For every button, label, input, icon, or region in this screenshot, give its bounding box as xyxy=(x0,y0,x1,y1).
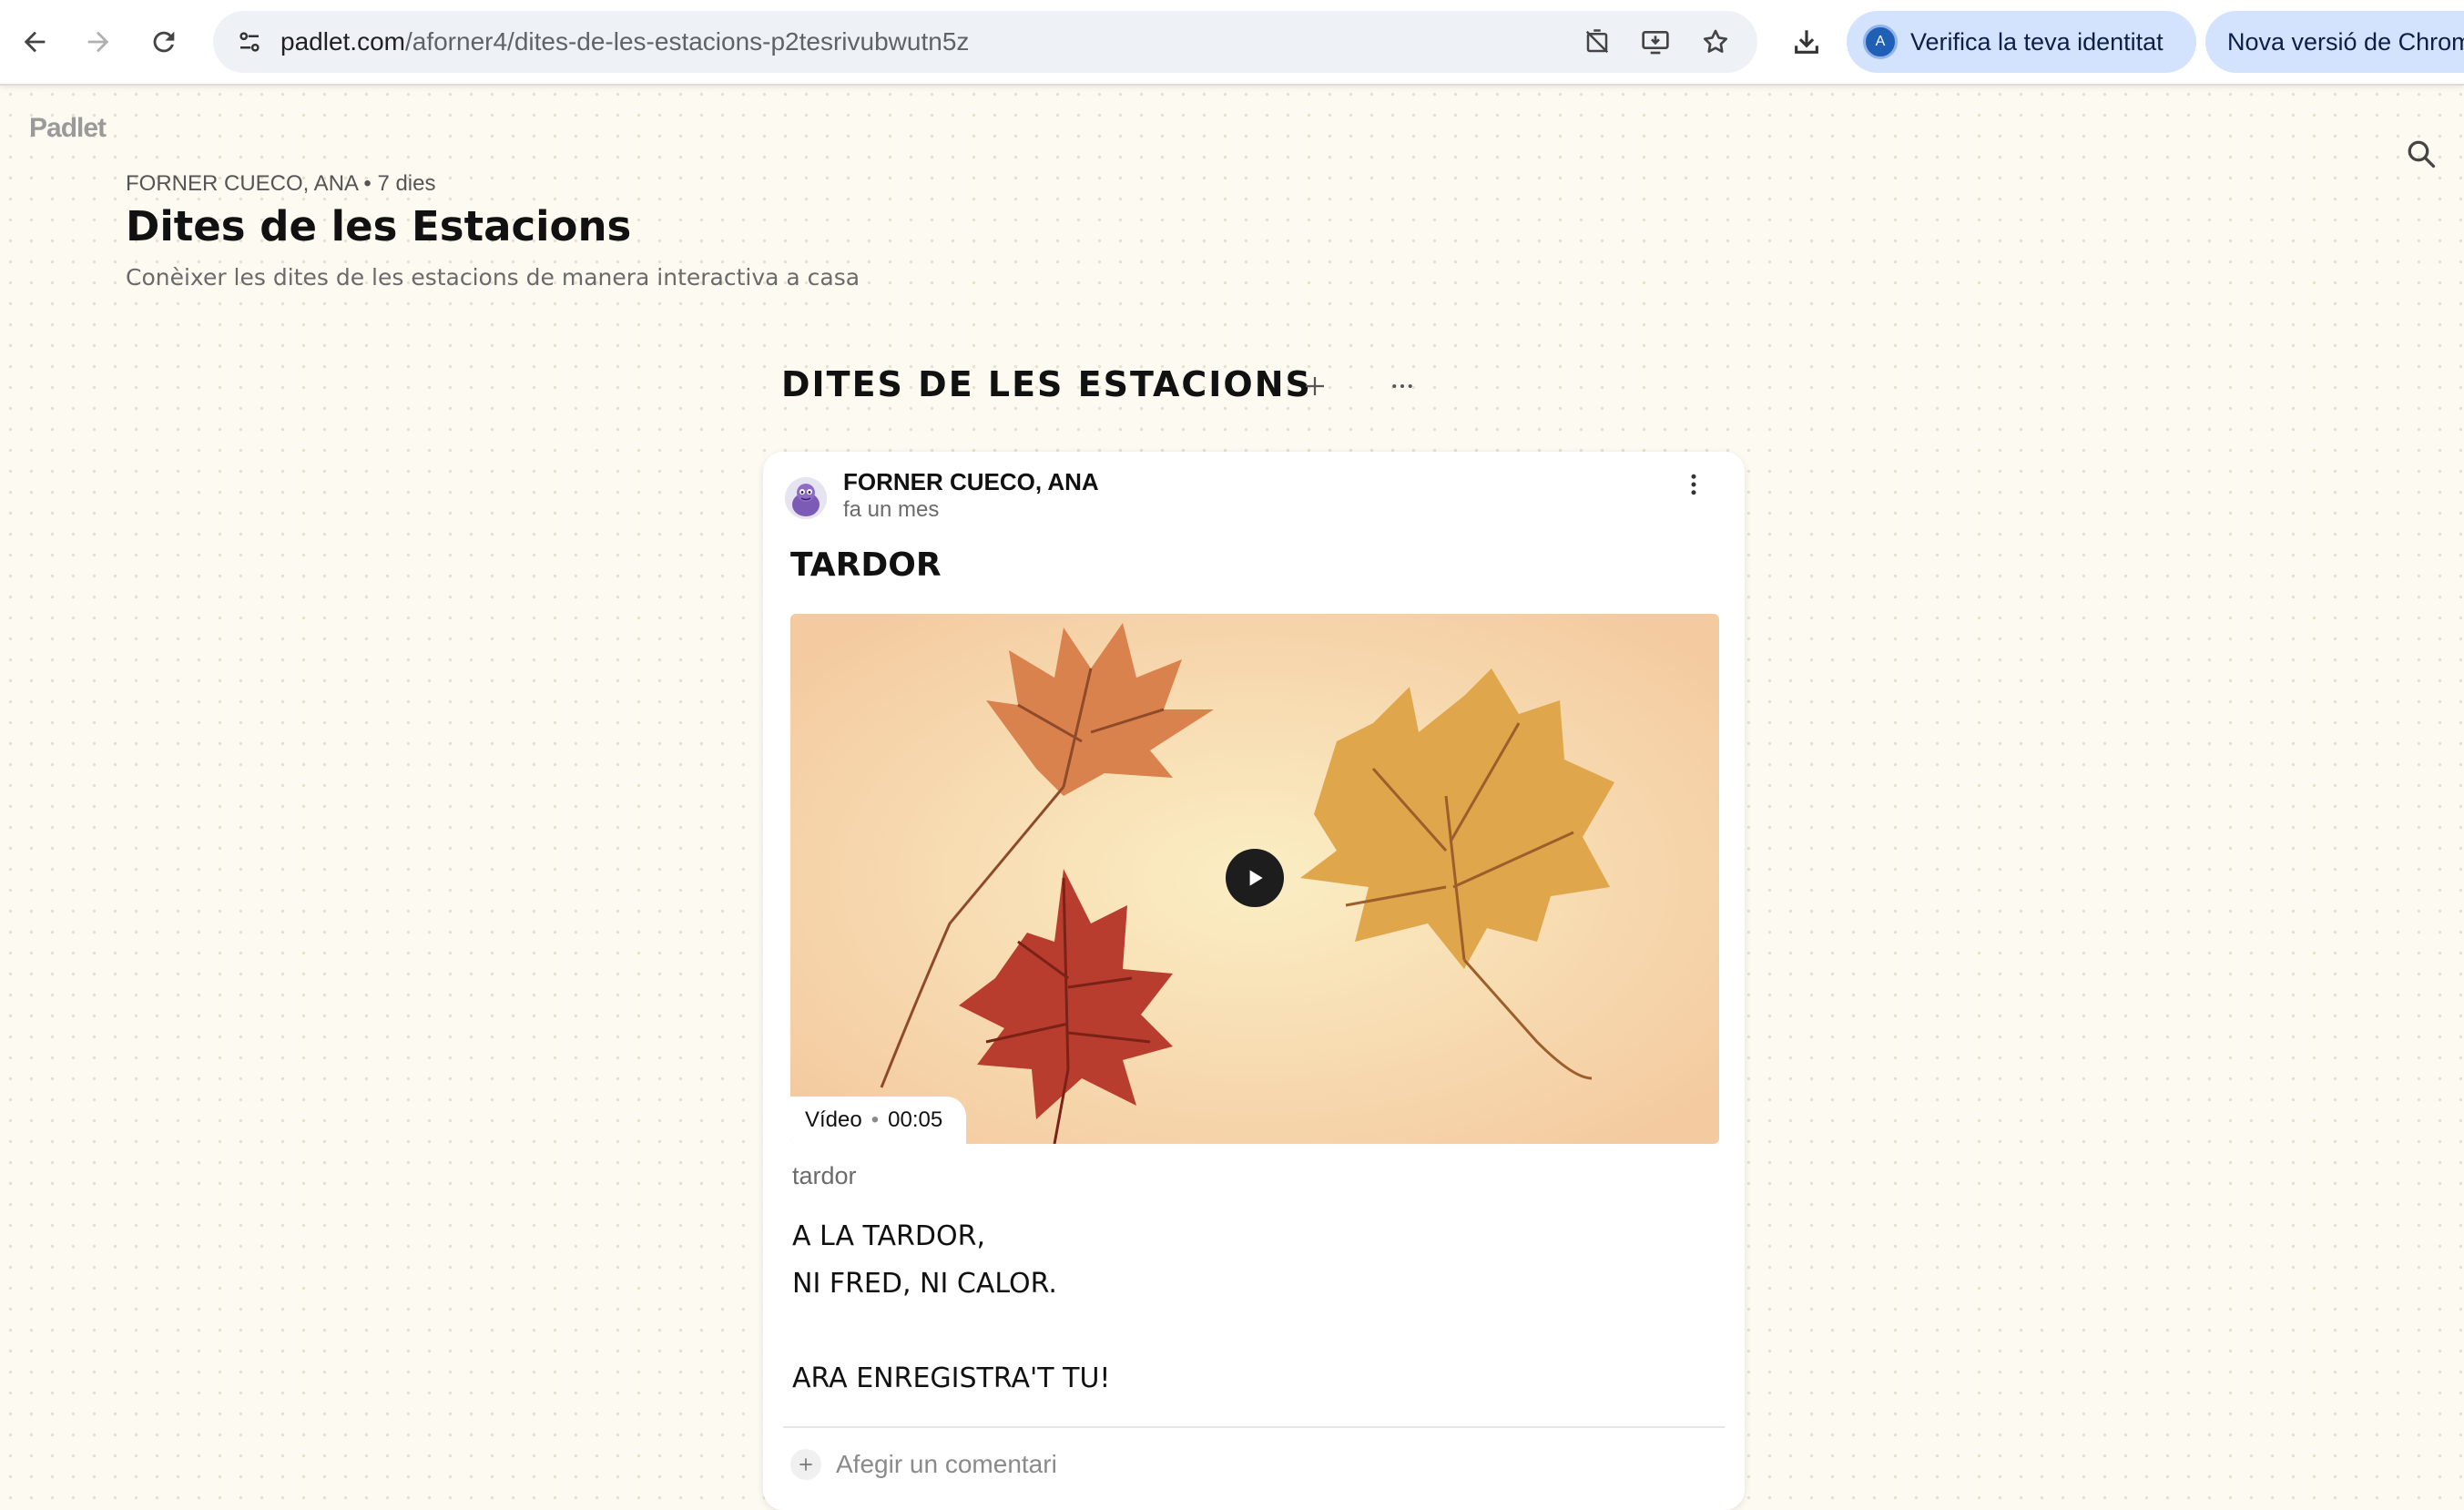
new-version-chip[interactable]: Nova versió de Chrom xyxy=(2205,11,2464,73)
add-comment-plus-icon xyxy=(790,1449,821,1480)
back-arrow-icon[interactable] xyxy=(9,16,60,67)
url-text: padlet.com/aforner4/dites-de-les-estacio… xyxy=(280,27,969,56)
video-thumbnail[interactable]: Vídeo • 00:05 xyxy=(790,614,1719,1144)
attachment-caption: tardor xyxy=(792,1162,857,1189)
play-button[interactable] xyxy=(1226,849,1284,907)
browser-toolbar: padlet.com/aforner4/dites-de-les-estacio… xyxy=(0,0,2464,86)
address-bar[interactable]: padlet.com/aforner4/dites-de-les-estacio… xyxy=(213,11,1757,73)
board-title: Dites de les Estacions xyxy=(126,202,632,250)
site-settings-icon[interactable] xyxy=(228,20,271,64)
padlet-logo[interactable]: Padlet xyxy=(29,113,107,144)
post-timestamp: fa un mes xyxy=(843,497,940,522)
no-cast-icon[interactable] xyxy=(1577,22,1617,62)
reload-icon[interactable] xyxy=(138,16,189,67)
board-description: Conèixer les dites de les estacions de m… xyxy=(126,264,860,291)
new-version-label: Nova versió de Chrom xyxy=(2227,27,2464,56)
card-divider xyxy=(783,1426,1725,1428)
post-title: TARDOR xyxy=(790,546,942,584)
install-app-icon[interactable] xyxy=(1635,22,1675,62)
add-comment-button[interactable]: Afegir un comentari xyxy=(790,1444,1057,1484)
media-badge: Vídeo • 00:05 xyxy=(790,1097,967,1144)
vertical-ellipsis-icon[interactable] xyxy=(1674,464,1714,505)
url-host: padlet.com xyxy=(280,27,405,56)
play-icon xyxy=(1249,870,1263,886)
board-meta: FORNER CUECO, ANA • 7 dies xyxy=(126,171,436,196)
post-card[interactable]: FORNER CUECO, ANA fa un mes TARDOR Vídeo… xyxy=(763,452,1745,1510)
post-body: A LA TARDOR, NI FRED, NI CALOR. ARA ENRE… xyxy=(792,1213,1110,1403)
post-body-line xyxy=(792,1308,1110,1355)
post-author[interactable]: FORNER CUECO, ANA xyxy=(843,468,1099,496)
author-avatar xyxy=(785,477,827,519)
search-icon[interactable] xyxy=(2398,131,2444,177)
media-type: Vídeo xyxy=(805,1107,862,1132)
url-path: /aforner4/dites-de-les-estacions-p2tesri… xyxy=(404,27,970,56)
post-body-line: A LA TARDOR, xyxy=(792,1220,985,1252)
separator-dot: • xyxy=(871,1107,880,1132)
bookmark-star-icon[interactable] xyxy=(1695,22,1736,62)
add-comment-label: Afegir un comentari xyxy=(836,1450,1057,1478)
plus-icon[interactable] xyxy=(1293,364,1337,408)
post-body-line: ARA ENREGISTRA'T TU! xyxy=(792,1362,1111,1394)
forward-arrow-icon[interactable] xyxy=(73,16,124,67)
download-icon[interactable] xyxy=(1781,16,1832,67)
post-body-line: NI FRED, NI CALOR. xyxy=(792,1268,1057,1300)
section-title: DITES DE LES ESTACIONS xyxy=(781,364,1312,404)
ellipsis-icon[interactable] xyxy=(1380,364,1424,408)
profile-avatar: A xyxy=(1863,25,1898,59)
verify-identity-label: Verifica la teva identitat xyxy=(1910,27,2164,56)
media-duration: 00:05 xyxy=(888,1107,943,1132)
verify-identity-chip[interactable]: A Verifica la teva identitat xyxy=(1847,11,2196,73)
